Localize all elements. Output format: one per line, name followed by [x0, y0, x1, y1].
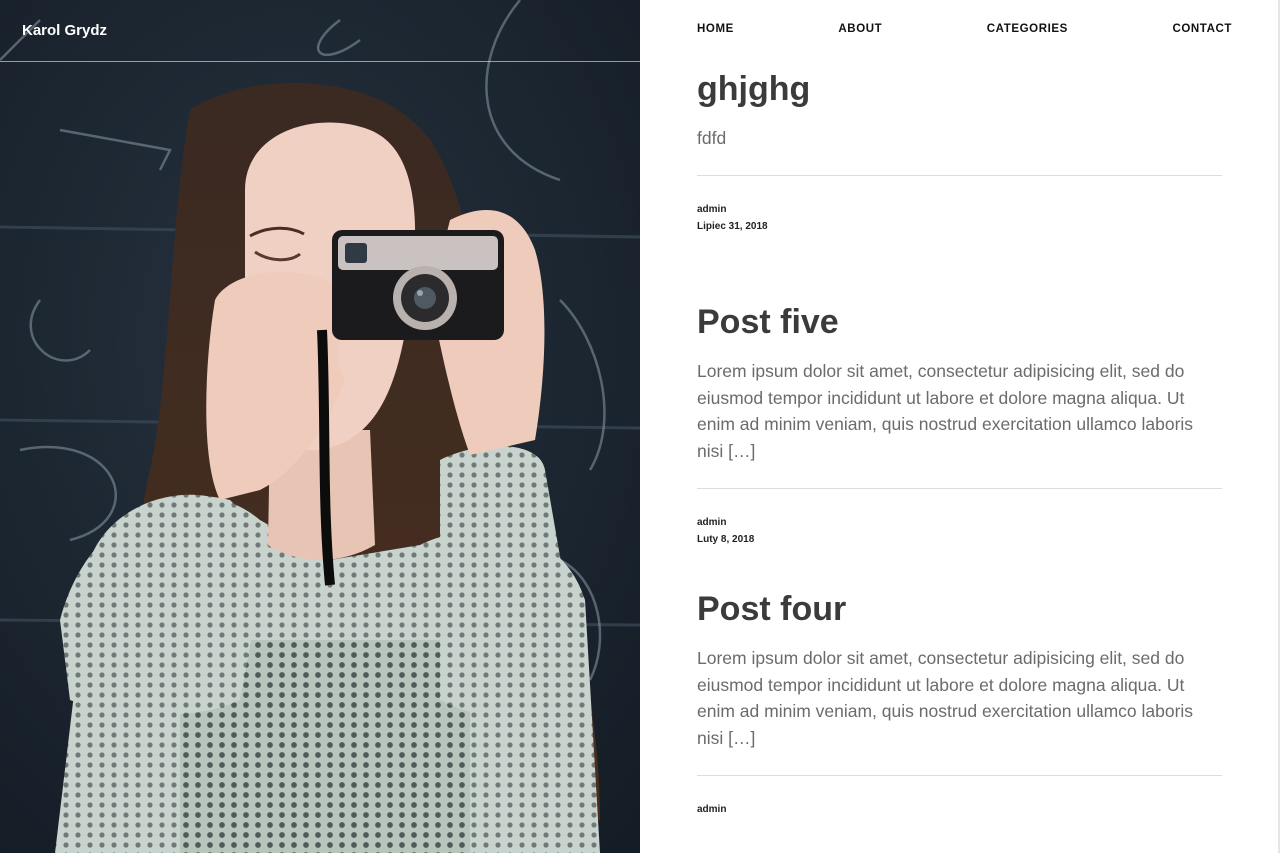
post-divider — [697, 488, 1222, 489]
post-meta: admin Luty 8, 2018 — [697, 514, 1222, 548]
post-title[interactable]: Post five — [697, 302, 1222, 342]
nav-contact[interactable]: CONTACT — [1172, 23, 1232, 35]
post-item: Post four Lorem ipsum dolor sit amet, co… — [697, 589, 1222, 818]
blog-content-column: HOME ABOUT CATEGORIES CONTACT ghjghg fdf… — [640, 0, 1280, 853]
post-title[interactable]: ghjghg — [697, 69, 1222, 109]
nav-about[interactable]: ABOUT — [838, 23, 882, 35]
post-date: Luty 8, 2018 — [697, 534, 755, 545]
post-author[interactable]: admin — [697, 201, 1222, 218]
site-title-link[interactable]: Karol Grydz — [22, 22, 107, 39]
post-date: Lipiec 31, 2018 — [697, 220, 768, 232]
hero-photo-panel: Karol Grydz — [0, 0, 640, 853]
post-author[interactable]: admin — [697, 801, 1222, 818]
post-excerpt: Lorem ipsum dolor sit amet, consectetur … — [697, 648, 1194, 748]
post-divider — [697, 174, 1222, 176]
post-title[interactable]: Post four — [697, 589, 1222, 629]
post-item: ghjghg fdfd admin Lipiec 31, 2018 — [697, 69, 1222, 235]
post-meta: admin Lipiec 31, 2018 — [697, 201, 1222, 235]
post-excerpt: fdfd — [697, 128, 727, 148]
nav-home[interactable]: HOME — [697, 23, 734, 35]
header-divider — [0, 61, 640, 62]
main-navigation: HOME ABOUT CATEGORIES CONTACT — [697, 23, 1232, 35]
post-meta: admin — [697, 801, 1222, 818]
nav-categories[interactable]: CATEGORIES — [987, 23, 1068, 35]
post-author[interactable]: admin — [697, 514, 1222, 531]
post-item: Post five Lorem ipsum dolor sit amet, co… — [697, 302, 1222, 548]
post-divider — [697, 775, 1222, 776]
post-excerpt: Lorem ipsum dolor sit amet, consectetur … — [697, 361, 1194, 461]
hero-photo-woman-camera — [0, 0, 640, 853]
